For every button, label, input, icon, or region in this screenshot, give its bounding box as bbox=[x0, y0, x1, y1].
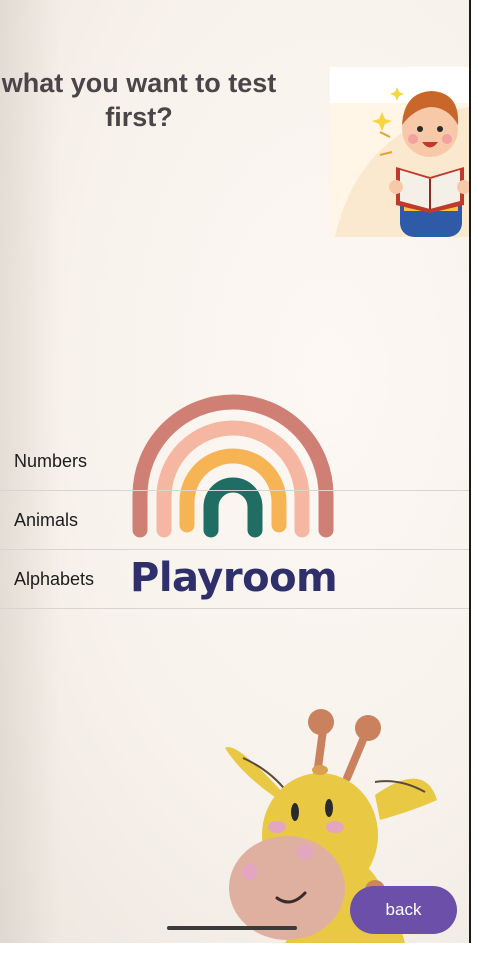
option-label: Alphabets bbox=[14, 568, 95, 589]
home-indicator[interactable] bbox=[167, 926, 297, 930]
title-line-1: what you want to test bbox=[1, 68, 277, 98]
option-label: Numbers bbox=[14, 450, 88, 471]
title-line-2: first? bbox=[105, 102, 173, 132]
reading-kid-illustration bbox=[330, 67, 469, 237]
option-animals[interactable]: Animals bbox=[0, 491, 469, 550]
option-numbers[interactable]: Numbers bbox=[0, 432, 469, 491]
option-label: Animals bbox=[14, 509, 79, 530]
app-screen: what you want to test first? Playroom Nu… bbox=[0, 0, 471, 943]
option-alphabets[interactable]: Alphabets bbox=[0, 550, 469, 609]
page-title: what you want to test first? bbox=[0, 66, 278, 134]
back-button[interactable]: back bbox=[350, 886, 457, 934]
test-options-list: Numbers Animals Alphabets bbox=[0, 432, 469, 609]
